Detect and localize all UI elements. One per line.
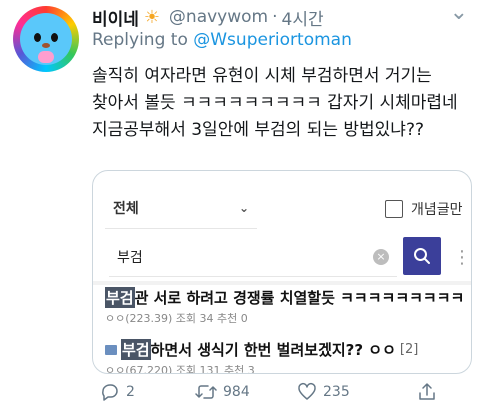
chevron-down-icon[interactable]: ⌄: [450, 0, 468, 26]
search-icon: [414, 248, 430, 264]
category-select[interactable]: 전체 ⌄: [105, 187, 257, 229]
checkbox-icon: [385, 200, 403, 218]
share-button[interactable]: [417, 380, 443, 404]
concept-only-checkbox[interactable]: 개념글만: [385, 199, 463, 219]
filter-bar: 전체 ⌄ 개념글만: [93, 187, 471, 233]
search-input[interactable]: 부검 ×: [109, 237, 397, 277]
like-count: 235: [323, 384, 350, 400]
result-meta: ㅇㅇ(223.39) 조회 34 추천 0: [105, 312, 248, 325]
reply-to-handle-link[interactable]: @Wsuperiortoman: [193, 30, 352, 50]
share-icon: [419, 383, 435, 400]
list-item[interactable]: 부검 하면서 생식기 한번 벌려보겠지?? ㅇㅇ [2] ㅇㅇ(67.220) 조회…: [105, 339, 465, 374]
replying-to-label: Replying to: [92, 30, 188, 50]
category-select-value: 전체: [113, 200, 139, 217]
result-title: 부검 관 서로 하려고 경쟁률 치열할듯 ㅋㅋㅋㅋㅋㅋㅋㅋㅋ: [105, 287, 465, 308]
sun-with-face-icon: ☀: [143, 6, 160, 28]
retweet-icon: [195, 385, 217, 399]
avatar-eye: [51, 33, 58, 42]
more-options-icon[interactable]: ⋮: [453, 247, 471, 268]
attached-screenshot[interactable]: 전체 ⌄ 개념글만 부검 × ⋮ 부검 관 서로 하려고 경쟁률 치열할듯 ㅋㅋㅋ…: [92, 170, 472, 374]
reply-count: 2: [126, 384, 135, 400]
divider: [93, 281, 471, 285]
chevron-down-icon: ⌄: [238, 200, 249, 215]
search-highlight: 부검: [121, 339, 151, 360]
avatar-nose: [42, 43, 50, 48]
avatar[interactable]: [13, 6, 79, 72]
result-title: 부검 하면서 생식기 한번 벌려보겠지?? ㅇㅇ [2]: [105, 339, 465, 360]
tweet-text: 솔직히 여자라면 유현이 시체 부검하면서 거기는 찾아서 볼듯 ㅋㅋㅋㅋㅋㅋㅋ…: [92, 66, 458, 140]
result-title-text: 하면서 생식기 한번 벌려보겠지?? ㅇㅇ: [150, 341, 396, 359]
comment-count: [2]: [399, 342, 419, 357]
tweet-actions: 2 984 235: [92, 380, 452, 404]
timestamp[interactable]: 4시간: [282, 5, 324, 30]
retweet-count: 984: [223, 384, 250, 400]
display-name[interactable]: 비이네: [92, 5, 139, 30]
avatar-paw: [38, 51, 54, 63]
replying-to: Replying to @Wsuperiortoman: [92, 30, 352, 50]
avatar-image: [20, 13, 72, 65]
avatar-eye: [34, 33, 41, 42]
result-meta: ㅇㅇ(67.220) 조회 131 추천 3: [105, 364, 255, 374]
result-title-text: 관 서로 하려고 경쟁률 치열할듯 ㅋㅋㅋㅋㅋㅋㅋㅋㅋ: [134, 289, 465, 307]
search-button[interactable]: [403, 237, 441, 275]
list-item[interactable]: 부검 관 서로 하려고 경쟁률 치열할듯 ㅋㅋㅋㅋㅋㅋㅋㅋㅋ ㅇㅇ(223.39)…: [105, 287, 465, 326]
reply-button[interactable]: 2: [100, 380, 135, 404]
search-row: 부검 × ⋮: [93, 237, 471, 279]
like-button[interactable]: 235: [297, 380, 350, 404]
tweet-header: 비이네 ☀ @navywom · 4시간: [92, 4, 324, 30]
retweet-button[interactable]: 984: [195, 380, 250, 404]
search-highlight: 부검: [105, 287, 135, 308]
heart-icon: [298, 383, 316, 400]
clear-icon[interactable]: ×: [373, 249, 389, 265]
user-handle[interactable]: @navywom: [169, 7, 268, 27]
checkbox-label: 개념글만: [411, 202, 463, 218]
image-post-icon: [105, 344, 117, 355]
reply-icon: [102, 384, 118, 401]
separator-dot: ·: [272, 7, 278, 27]
search-input-value: 부검: [117, 249, 143, 266]
